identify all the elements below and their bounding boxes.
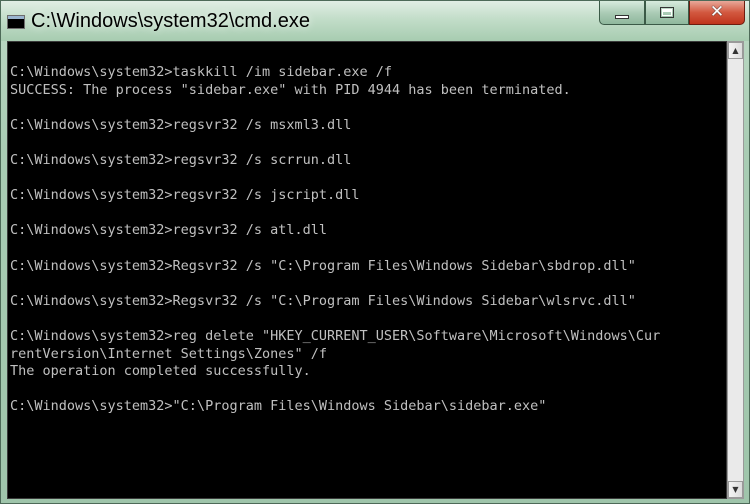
maximize-icon: [660, 7, 674, 18]
minimize-icon: [615, 14, 629, 19]
cmd-icon-bar: [8, 16, 24, 19]
chevron-down-icon: ▼: [732, 485, 739, 494]
scroll-up-button[interactable]: ▲: [728, 42, 743, 59]
minimize-button[interactable]: [599, 1, 645, 25]
maximize-button[interactable]: [645, 1, 689, 25]
window-controls: ✕: [599, 1, 745, 27]
console-line: C:\Windows\system32>regsvr32 /s jscript.…: [10, 187, 360, 204]
console-line: C:\Windows\system32>"C:\Program Files\Wi…: [10, 398, 547, 415]
console-line: rentVersion\Internet Settings\Zones" /f: [10, 345, 327, 362]
console-line: C:\Windows\system32>Regsvr32 /s "C:\Prog…: [10, 257, 636, 274]
console-line: C:\Windows\system32>regsvr32 /s atl.dll: [10, 222, 327, 239]
console-output[interactable]: C:\Windows\system32>taskkill /im sidebar…: [7, 41, 727, 499]
console-line: C:\Windows\system32>taskkill /im sidebar…: [10, 64, 393, 80]
close-icon: ✕: [709, 2, 725, 22]
close-button[interactable]: ✕: [689, 1, 745, 25]
cmd-icon[interactable]: [7, 15, 25, 29]
scroll-down-button[interactable]: ▼: [728, 481, 743, 498]
console-line: The operation completed successfully.: [10, 363, 311, 380]
console-lines: C:\Windows\system32>taskkill /im sidebar…: [10, 64, 660, 416]
window-title: C:\Windows\system32\cmd.exe: [31, 10, 310, 32]
title-bar[interactable]: C:\Windows\system32\cmd.exe ✕: [1, 1, 749, 41]
console-line: C:\Windows\system32>reg delete "HKEY_CUR…: [10, 327, 661, 344]
console-line: C:\Windows\system32>regsvr32 /s scrrun.d…: [10, 151, 352, 168]
chevron-up-icon: ▲: [732, 46, 739, 55]
console-line: C:\Windows\system32>regsvr32 /s msxml3.d…: [10, 116, 352, 133]
console-line: C:\Windows\system32>Regsvr32 /s "C:\Prog…: [10, 292, 636, 309]
cmd-window: C:\Windows\system32\cmd.exe ✕ C:\Windows…: [0, 0, 750, 504]
vertical-scrollbar[interactable]: ▲ ▼: [727, 41, 744, 499]
console-line: SUCCESS: The process "sidebar.exe" with …: [10, 81, 571, 98]
